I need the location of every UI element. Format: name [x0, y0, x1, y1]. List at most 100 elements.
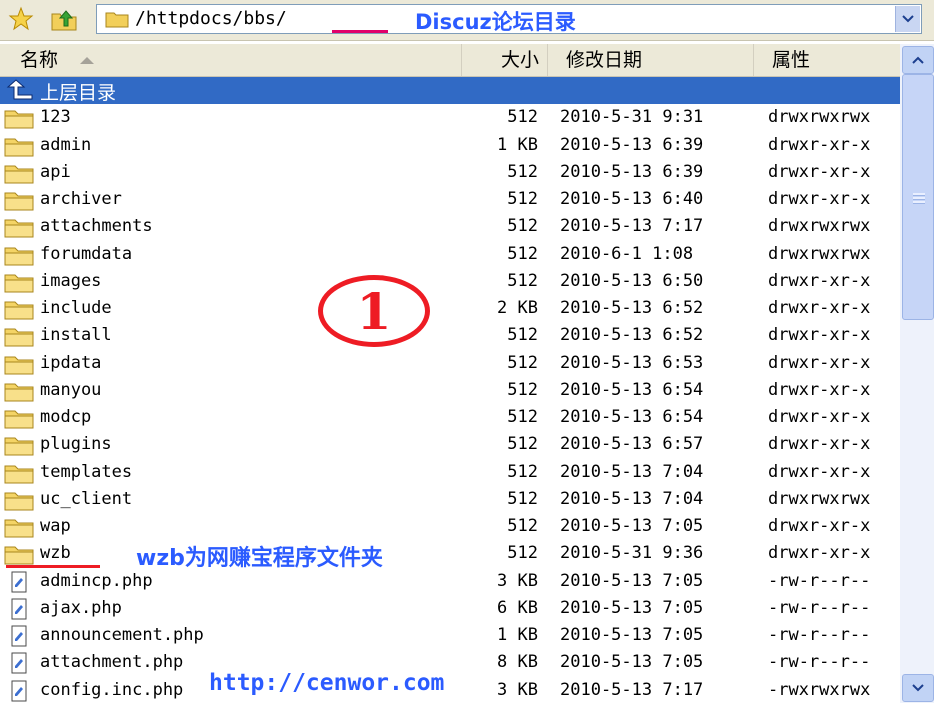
- grip-line: [913, 193, 925, 196]
- url-watermark: http://cenwor.com: [209, 670, 445, 696]
- file-permissions: -rw-r--r--: [768, 625, 871, 645]
- address-dropdown-button[interactable]: [895, 6, 920, 32]
- file-permissions: drwxrwxrwx: [768, 216, 871, 237]
- file-size: 6 KB: [497, 597, 538, 618]
- step-number-circle: 1: [318, 275, 430, 347]
- file-date: 2010-5-13 7:04: [560, 488, 704, 509]
- step-number: 1: [356, 282, 392, 341]
- list-item[interactable]: wzb 512 2010-5-31 9:36 drwxr-xr-x: [0, 540, 900, 567]
- list-item[interactable]: ajax.php 6 KB 2010-5-13 7:05 -rw-r--r--: [0, 595, 900, 622]
- list-item[interactable]: modcp 512 2010-5-13 6:54 drwxr-xr-x: [0, 404, 900, 431]
- list-item[interactable]: 123 512 2010-5-31 9:31 drwxrwxrwx: [0, 104, 900, 131]
- file-size: 512: [507, 216, 538, 237]
- folder-icon: [4, 244, 34, 271]
- file-name: admincp.php: [40, 570, 153, 591]
- file-permissions: drwxr-xr-x: [768, 516, 871, 536]
- file-name: modcp: [40, 407, 92, 427]
- list-item[interactable]: api 512 2010-5-13 6:39 drwxr-xr-x: [0, 159, 900, 186]
- folder-icon: [4, 516, 34, 543]
- scroll-up-button[interactable]: [902, 46, 934, 74]
- file-name: uc_client: [40, 488, 133, 509]
- list-item[interactable]: announcement.php 1 KB 2010-5-13 7:05 -rw-r-…: [0, 622, 900, 649]
- vertical-scrollbar[interactable]: [900, 44, 934, 703]
- favorite-star-icon[interactable]: [8, 6, 34, 32]
- file-name: images: [40, 270, 102, 291]
- column-name-header[interactable]: 名称: [0, 44, 462, 76]
- parent-directory-label: 上层目录: [40, 82, 117, 104]
- file-date: 2010-5-13 6:54: [560, 407, 704, 427]
- column-attributes-label: 属性: [772, 49, 811, 71]
- address-toolbar: /httpdocs/bbs/ Discuz论坛目录: [0, 0, 934, 41]
- folder-icon: [4, 462, 34, 489]
- scroll-down-button[interactable]: [902, 674, 934, 702]
- column-attributes-header[interactable]: 属性: [754, 44, 900, 76]
- folder-icon: [4, 407, 34, 434]
- list-item[interactable]: manyou 512 2010-5-13 6:54 drwxr-xr-x: [0, 377, 900, 404]
- column-size-label: 大小: [500, 49, 539, 71]
- file-size: 512: [507, 270, 538, 291]
- list-item[interactable]: attachments 512 2010-5-13 7:17 drwxrwxrwx: [0, 213, 900, 240]
- list-item[interactable]: wap 512 2010-5-13 7:05 drwxr-xr-x: [0, 513, 900, 540]
- column-name-label: 名称: [20, 49, 59, 71]
- folder-icon: [4, 434, 34, 461]
- file-size: 512: [507, 461, 538, 482]
- file-permissions: -rw-r--r--: [768, 570, 871, 591]
- list-item[interactable]: attachment.php 8 KB 2010-5-13 7:05 -rw-r--r…: [0, 649, 900, 676]
- list-item[interactable]: templates 512 2010-5-13 7:04 drwxr-xr-x: [0, 459, 900, 486]
- list-item[interactable]: images 512 2010-5-13 6:50 drwxr-xr-x: [0, 268, 900, 295]
- list-item[interactable]: ipdata 512 2010-5-13 6:53 drwxr-xr-x: [0, 350, 900, 377]
- file-name: admin: [40, 134, 92, 155]
- file-size: 512: [507, 407, 538, 427]
- file-size: 3 KB: [497, 679, 538, 700]
- file-name: include: [40, 298, 112, 318]
- file-date: 2010-5-13 7:05: [560, 570, 704, 591]
- file-list: 上层目录 123 512 2010-5-31 9:31 drwxrwxrwx admin…: [0, 77, 900, 703]
- parent-directory-row[interactable]: 上层目录: [0, 77, 900, 104]
- column-size-header[interactable]: 大小: [462, 44, 548, 76]
- file-size: 512: [507, 325, 538, 346]
- file-date: 2010-5-13 7:17: [560, 216, 704, 237]
- folder-icon: [4, 298, 34, 325]
- file-permissions: drwxr-xr-x: [768, 134, 871, 155]
- file-permissions: -rwxrwxrwx: [768, 679, 871, 700]
- address-field[interactable]: /httpdocs/bbs/ Discuz论坛目录: [96, 4, 922, 34]
- file-size: 512: [507, 161, 538, 182]
- scroll-thumb[interactable]: [902, 74, 934, 320]
- file-date: 2010-5-13 6:53: [560, 352, 704, 373]
- list-item[interactable]: install 512 2010-5-13 6:52 drwxr-xr-x: [0, 322, 900, 349]
- file-permissions: drwxr-xr-x: [768, 407, 871, 427]
- list-item[interactable]: include 2 KB 2010-5-13 6:52 drwxr-xr-x: [0, 295, 900, 322]
- list-item[interactable]: admincp.php 3 KB 2010-5-13 7:05 -rw-r--r--: [0, 568, 900, 595]
- file-size: 512: [507, 189, 538, 209]
- wzb-underline: [6, 565, 100, 568]
- file-date: 2010-5-13 6:57: [560, 434, 704, 455]
- file-date: 2010-5-13 6:39: [560, 161, 704, 182]
- file-name: ajax.php: [40, 597, 122, 618]
- file-name: attachment.php: [40, 652, 184, 673]
- grip-line: [913, 197, 925, 200]
- file-name: forumdata: [40, 243, 133, 264]
- file-size: 512: [507, 434, 538, 455]
- folder-icon: [4, 380, 34, 407]
- sort-ascending-icon: [80, 57, 95, 64]
- column-date-header[interactable]: 修改日期: [548, 44, 754, 76]
- list-item[interactable]: plugins 512 2010-5-13 6:57 drwxr-xr-x: [0, 431, 900, 458]
- php-file-icon: [4, 625, 34, 652]
- file-size: 3 KB: [497, 570, 538, 591]
- file-date: 2010-5-13 7:05: [560, 597, 704, 618]
- list-item[interactable]: admin 1 KB 2010-5-13 6:39 drwxr-xr-x: [0, 132, 900, 159]
- list-item[interactable]: forumdata 512 2010-6-1 1:08 drwxrwxrwx: [0, 241, 900, 268]
- up-folder-icon[interactable]: [50, 6, 77, 32]
- list-item[interactable]: config.inc.php 3 KB 2010-5-13 7:17 -rwxrwxr…: [0, 677, 900, 704]
- list-item[interactable]: uc_client 512 2010-5-13 7:04 drwxrwxrwx: [0, 486, 900, 513]
- file-date: 2010-5-13 7:05: [560, 652, 704, 673]
- folder-icon: [4, 325, 34, 352]
- file-date: 2010-5-31 9:31: [560, 107, 704, 128]
- address-path: /httpdocs/bbs/: [135, 8, 287, 29]
- file-permissions: drwxr-xr-x: [768, 379, 871, 400]
- list-item[interactable]: archiver 512 2010-5-13 6:40 drwxr-xr-x: [0, 186, 900, 213]
- grip-line: [913, 201, 925, 204]
- file-name: manyou: [40, 379, 102, 400]
- file-permissions: -rw-r--r--: [768, 652, 871, 673]
- file-permissions: drwxrwxrwx: [768, 107, 871, 128]
